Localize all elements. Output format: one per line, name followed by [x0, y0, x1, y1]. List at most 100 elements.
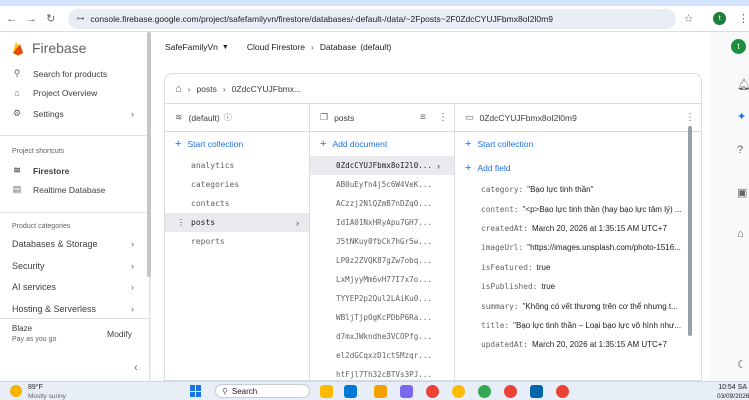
document-item[interactable]: WBljTjpOgKcPDbP6Ra... — [310, 308, 454, 327]
database-icon: ▤ — [12, 184, 22, 194]
sidebar-item-realtime-database[interactable]: ▤ Realtime Database — [12, 184, 138, 195]
chrome-icon[interactable] — [478, 385, 491, 398]
field-row[interactable]: imageUrl: "https://images.unsplash.com/ph… — [455, 238, 701, 257]
collection-item[interactable]: reports — [165, 232, 309, 251]
search-products-label: Search for products — [33, 68, 108, 79]
field-row[interactable]: category: "Bạo lực tinh thần" — [455, 180, 701, 199]
app-icon-1[interactable] — [320, 385, 333, 398]
category-ai-services[interactable]: AI services › — [12, 282, 138, 292]
collection-name: analytics — [191, 161, 235, 170]
sidebar-item-overview[interactable]: ⌂ Project Overview — [12, 88, 138, 98]
chrome-icon[interactable] — [452, 385, 465, 398]
help-icon[interactable]: ? — [737, 144, 743, 156]
document-item[interactable]: LP0z2ZVQK87gZw7obq... — [310, 251, 454, 270]
document-item[interactable]: IdIA01NxHRyApu7GH7... — [310, 213, 454, 232]
project-selector[interactable]: SafeFamilyVn — [165, 42, 218, 52]
document-id: LxMjyyMm6vH77I7x7o... — [336, 275, 433, 284]
start-collection-label: Start collection — [477, 139, 534, 149]
profile-avatar[interactable]: t — [713, 12, 727, 25]
document-id: ACzzj2NlQZmB7nDZq0... — [336, 199, 433, 208]
sidebar-item-firestore[interactable]: ≋ Firestore — [12, 165, 138, 176]
search-products[interactable]: ⚲ Search for products — [12, 68, 138, 79]
gemini-sparkle-icon[interactable]: ✦ — [737, 110, 746, 123]
panel-scrollbar[interactable] — [688, 126, 692, 336]
filter-icon[interactable]: ≡ — [420, 112, 426, 123]
vscode-icon[interactable] — [530, 385, 543, 398]
more-vert-icon[interactable]: ⋮ — [438, 112, 448, 123]
category-security[interactable]: Security › — [12, 261, 138, 271]
field-key: updatedAt: — [481, 340, 528, 350]
search-icon: ⚲ — [13, 68, 21, 78]
site-info-icon[interactable]: ⊶ — [76, 14, 84, 23]
app-icon-4[interactable] — [400, 385, 413, 398]
database-link[interactable]: Database — [320, 42, 356, 52]
forward-icon[interactable]: → — [23, 11, 38, 27]
field-row[interactable]: content: "<p>Bạo lực tinh thần (hay bạo l… — [455, 199, 701, 218]
windows-start-icon[interactable] — [190, 385, 202, 397]
more-vert-icon[interactable]: ⋮ — [685, 112, 695, 123]
category-databases-storage[interactable]: Databases & Storage › — [12, 239, 138, 249]
notifications-icon[interactable]: 🔔︎ — [737, 78, 749, 91]
path-collection[interactable]: posts — [197, 84, 217, 94]
field-value: "Không có vết thương trên cơ thể nhưng t… — [522, 301, 678, 311]
document-item[interactable]: ACzzj2NlQZmB7nDZq0... — [310, 194, 454, 213]
file-explorer-icon[interactable] — [374, 385, 387, 398]
weather-desc: Mostly sunny — [28, 393, 66, 400]
plus-icon: + — [465, 138, 472, 150]
document-item[interactable]: J5tNKuy0fbCk7hGr5w... — [310, 232, 454, 251]
document-item[interactable]: AB0uEyfn4j5c6W4VeK... — [310, 175, 454, 194]
document-item-selected[interactable]: 0ZdcCYUJFbmx8oI2l0... › — [310, 156, 454, 175]
modify-plan-button[interactable]: Modify — [107, 329, 132, 339]
field-row[interactable]: title: "Bạo lực tinh thần – Loại bạo lực … — [455, 316, 701, 335]
collapse-sidebar-icon[interactable]: ‹ — [134, 362, 138, 374]
home-icon[interactable]: ⌂ — [175, 83, 182, 95]
field-row[interactable]: updatedAt: March 20, 2026 at 1:35:15 AM U… — [455, 335, 701, 354]
collection-item[interactable]: contacts — [165, 194, 309, 213]
info-icon[interactable]: ⓘ — [224, 112, 232, 123]
account-avatar[interactable]: t — [731, 39, 746, 54]
bookmark-star-icon[interactable]: ☆ — [684, 12, 694, 25]
field-row[interactable]: isPublished: true — [455, 277, 701, 296]
service-link[interactable]: Cloud Firestore — [247, 42, 305, 52]
start-collection-button[interactable]: + Start collection — [165, 132, 309, 156]
document-item[interactable]: LxMjyyMm6vH77I7x7o... — [310, 270, 454, 289]
document-id: 0ZdcCYUJFbmx8oI2l0... — [336, 161, 433, 170]
chrome-icon[interactable] — [556, 385, 569, 398]
weather-temp: 89°F — [28, 384, 43, 391]
field-row[interactable]: createdAt: March 20, 2026 at 1:35:15 AM U… — [455, 219, 701, 238]
firebase-logo[interactable]: Firebase — [12, 40, 86, 56]
add-document-button[interactable]: + Add document — [310, 132, 454, 156]
path-document[interactable]: 0ZdcCYUJFbmx... — [232, 84, 301, 94]
document-item[interactable]: el2dGCqxzD1ctSMzqr... — [310, 346, 454, 365]
add-field-button[interactable]: + Add field — [455, 156, 701, 180]
back-icon[interactable]: ← — [4, 11, 19, 27]
chevron-down-icon[interactable]: ▼ — [222, 44, 229, 51]
more-vert-icon[interactable]: ⋮ — [177, 218, 185, 227]
database-name[interactable]: (default) — [360, 42, 391, 52]
address-bar[interactable]: ⊶ console.firebase.google.com/project/sa… — [68, 8, 676, 29]
weather-sun-icon[interactable] — [10, 385, 22, 397]
taskbar-search[interactable]: ⚲ Search — [215, 384, 310, 398]
sidebar-item-settings[interactable]: ⚙ Settings › — [12, 108, 138, 119]
dark-mode-icon[interactable]: ☾ — [737, 358, 747, 371]
collection-item[interactable]: categories — [165, 175, 309, 194]
reload-icon[interactable]: ↻ — [43, 11, 58, 27]
category-label: Databases & Storage — [12, 239, 98, 249]
collection-item[interactable]: analytics — [165, 156, 309, 175]
document-item[interactable]: TYYEP2p2Qul2LAiKu0... — [310, 289, 454, 308]
category-hosting-serverless[interactable]: Hosting & Serverless › — [12, 304, 138, 314]
app-icon-2[interactable] — [344, 385, 357, 398]
start-subcollection-button[interactable]: + Start collection — [455, 132, 701, 156]
taskbar-search-label: Search — [231, 386, 258, 396]
field-row[interactable]: isFeatured: true — [455, 258, 701, 277]
chrome-icon[interactable] — [504, 385, 517, 398]
browser-menu-icon[interactable]: ⋮ — [738, 12, 749, 25]
field-row[interactable]: summary: "Không có vết thương trên cơ thể… — [455, 296, 701, 315]
chrome-icon[interactable] — [426, 385, 439, 398]
document-item[interactable]: d7mxJWkndhe3VCOPfg... — [310, 327, 454, 346]
collection-item-selected[interactable]: ⋮ posts › — [165, 213, 309, 232]
document-title: 0ZdcCYUJFbmx8oI2l0m9 — [479, 112, 577, 123]
chevron-right-icon: › — [131, 108, 134, 119]
terminal-icon[interactable]: ▣ — [737, 186, 747, 199]
school-icon[interactable]: ⌂ — [737, 228, 744, 240]
